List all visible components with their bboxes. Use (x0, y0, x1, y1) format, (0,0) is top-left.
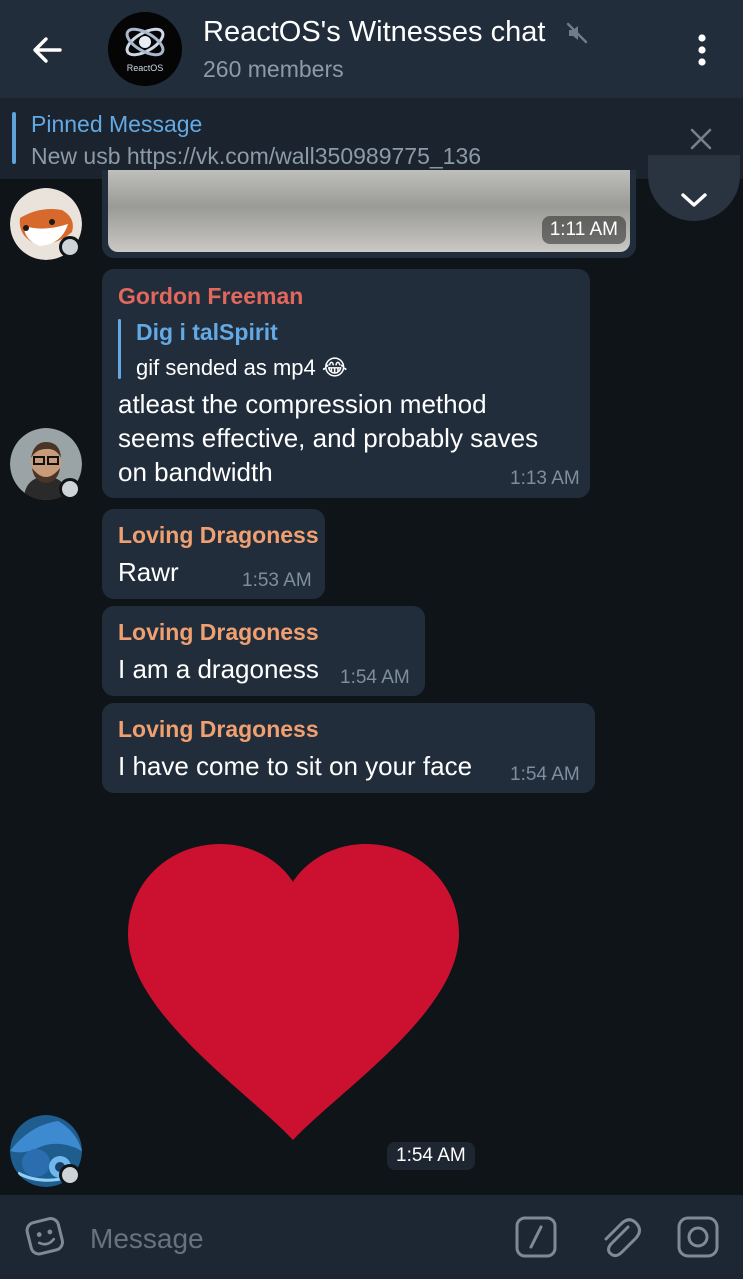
media-time-badge: 1:11 AM (541, 216, 626, 244)
message-text-line: seems effective, and probably saves (118, 423, 539, 453)
message-time: 1:54 AM (340, 667, 410, 688)
reply-accent-line (118, 319, 121, 379)
message-time: 1:11 AM (549, 219, 618, 240)
message-bubble[interactable]: Loving Dragoness Rawr 1:53 AM (102, 509, 325, 599)
back-arrow-icon[interactable] (26, 28, 70, 72)
more-vertical-icon[interactable] (690, 30, 714, 70)
message-input-bar: Message (0, 1195, 743, 1279)
sticker-time-badge: 1:54 AM (387, 1142, 475, 1170)
message-input[interactable]: Message (90, 1223, 204, 1255)
paperclip-attach-icon[interactable] (596, 1213, 642, 1259)
pinned-title: Pinned Message (31, 111, 203, 137)
heart-sticker[interactable] (126, 842, 461, 1142)
muted-speaker-icon (566, 22, 588, 44)
message-text: I am a dragoness (118, 654, 319, 684)
member-count: 260 members (203, 56, 344, 82)
chat-title[interactable]: ReactOS's Witnesses chat (203, 16, 545, 49)
message-time: 1:13 AM (510, 468, 580, 489)
status-dot (59, 478, 81, 500)
chat-header: ReactOS ReactOS's Witnesses chat 260 mem… (0, 0, 743, 98)
message-time: 1:53 AM (242, 570, 312, 591)
message-text: I have come to sit on your face (118, 751, 473, 781)
sender-name[interactable]: Gordon Freeman (118, 283, 303, 310)
reactos-logo: ReactOS (108, 12, 182, 86)
message-bubble[interactable]: Gordon Freeman Dig i talSpirit gif sende… (102, 269, 590, 498)
message-bubble[interactable]: Loving Dragoness I am a dragoness 1:54 A… (102, 606, 425, 696)
message-text-line: atleast the compression method (118, 389, 487, 419)
status-dot (59, 236, 81, 258)
sticker-emoji-icon[interactable] (24, 1215, 68, 1259)
message-time: 1:54 AM (396, 1145, 466, 1166)
pinned-message-bar[interactable]: Pinned Message New usb https://vk.com/wa… (0, 98, 743, 180)
sender-name[interactable]: Loving Dragoness (118, 619, 319, 646)
chat-avatar[interactable]: ReactOS (108, 12, 182, 86)
pinned-text: New usb https://vk.com/wall350989775_136 (31, 143, 482, 169)
chevron-down-icon (681, 193, 707, 207)
bot-command-icon[interactable] (514, 1215, 558, 1259)
svg-text:ReactOS: ReactOS (127, 63, 164, 73)
scroll-down-button[interactable] (648, 155, 740, 221)
media-message-bubble[interactable]: 1:11 AM (102, 170, 636, 258)
camera-icon[interactable] (676, 1215, 720, 1259)
pinned-accent-line (12, 112, 16, 164)
reply-author[interactable]: Dig i talSpirit (136, 319, 278, 346)
sender-name[interactable]: Loving Dragoness (118, 522, 319, 549)
message-time: 1:54 AM (510, 764, 580, 785)
tears-of-joy-emoji: 😂 (321, 355, 348, 380)
reply-text[interactable]: gif sended as mp4 😂 (136, 355, 348, 381)
message-bubble[interactable]: Loving Dragoness I have come to sit on y… (102, 703, 595, 793)
message-text: Rawr (118, 557, 179, 587)
close-icon[interactable] (686, 124, 716, 154)
reply-text-content: gif sended as mp4 (136, 355, 316, 380)
message-text-line: on bandwidth (118, 457, 273, 487)
status-dot (59, 1164, 81, 1186)
sender-name[interactable]: Loving Dragoness (118, 716, 319, 743)
